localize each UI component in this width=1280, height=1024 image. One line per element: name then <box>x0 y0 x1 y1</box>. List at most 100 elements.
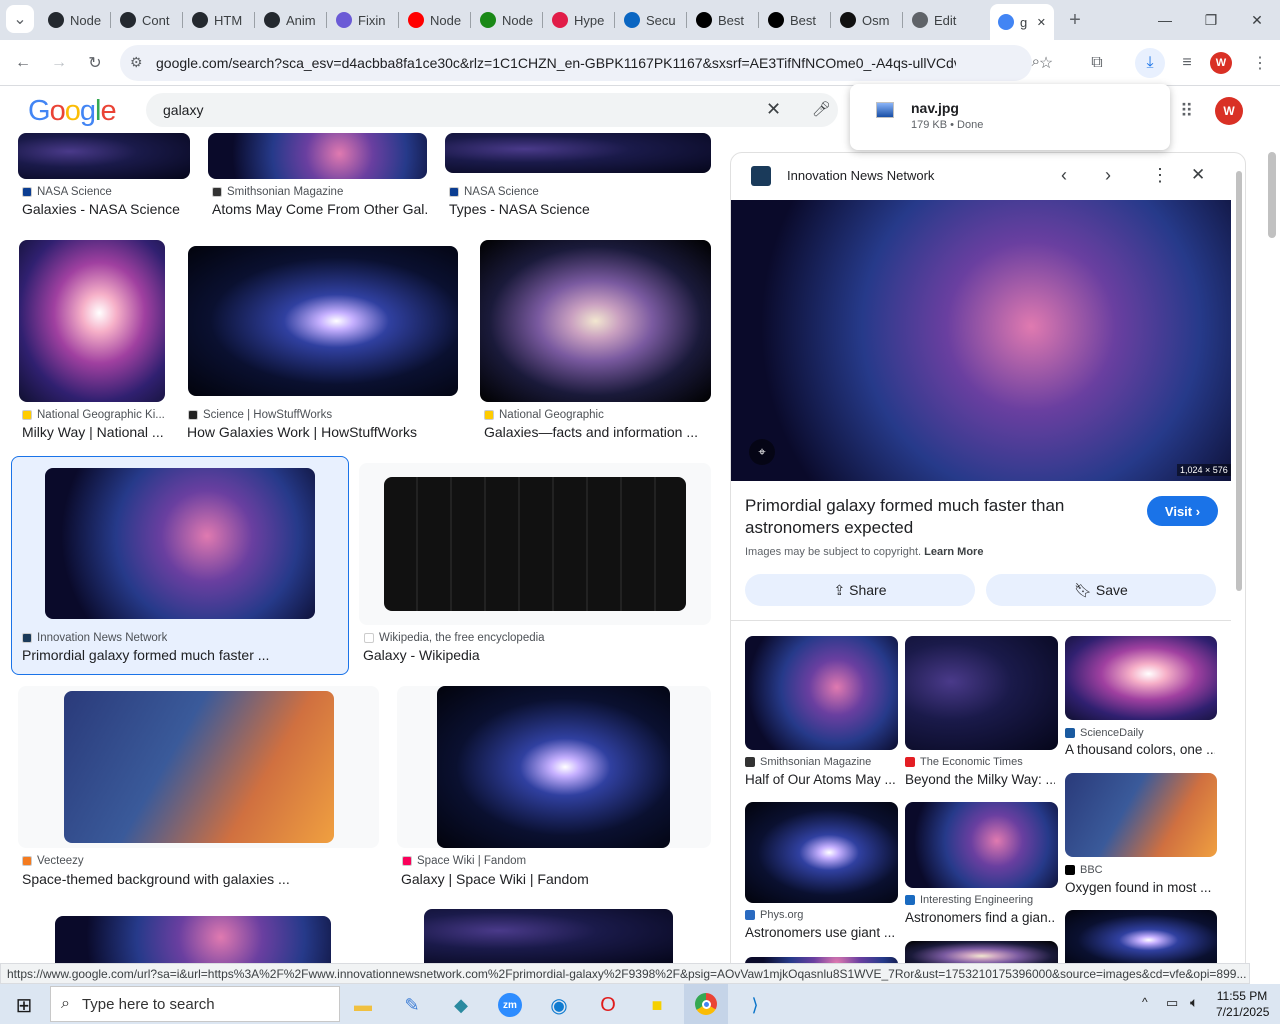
save-button[interactable]: 🔖︎ Save <box>986 574 1216 606</box>
related-image[interactable] <box>745 802 898 903</box>
start-button[interactable]: ⊞ <box>4 988 44 1022</box>
preview-image[interactable] <box>731 200 1231 481</box>
file-explorer-icon[interactable]: ▬ <box>343 988 383 1022</box>
related-source[interactable]: The Economic Times <box>905 756 1023 768</box>
related-source[interactable]: Interesting Engineering <box>905 894 1033 906</box>
tab-10[interactable]: Best <box>688 4 756 36</box>
result-source[interactable]: NASA Science <box>22 186 112 198</box>
tab-11[interactable]: Best <box>760 4 828 36</box>
related-title[interactable]: Beyond the Milky Way: ... <box>905 772 1055 787</box>
tab-9[interactable]: Secu <box>616 4 684 36</box>
result-source[interactable]: Vecteezy <box>22 855 84 867</box>
related-title[interactable]: Astronomers use giant ... <box>745 925 895 940</box>
related-title[interactable]: Astronomers find a gian... <box>905 910 1055 925</box>
tab-14[interactable]: g ✕ <box>990 4 1054 40</box>
system-clock[interactable]: 11:55 PM 7/21/2025 <box>1216 988 1269 1020</box>
more-options-button[interactable]: ⋮ <box>1151 165 1169 186</box>
result-image[interactable] <box>18 133 190 179</box>
media-button[interactable]: ≡ <box>1172 48 1202 78</box>
result-title[interactable]: Galaxies—facts and information ... <box>484 424 709 440</box>
result-source[interactable]: Innovation News Network <box>22 632 167 644</box>
restore-button[interactable]: ❐ <box>1188 0 1234 40</box>
result-image[interactable] <box>64 691 334 843</box>
tab-13[interactable]: Edit <box>904 4 972 36</box>
close-panel-button[interactable]: ✕ <box>1191 165 1205 185</box>
edge-icon[interactable]: ◉ <box>539 988 579 1022</box>
next-result-button[interactable]: › <box>1105 165 1111 186</box>
google-logo[interactable]: Google <box>28 95 117 128</box>
related-image[interactable] <box>905 802 1058 888</box>
result-title[interactable]: Galaxies - NASA Science <box>22 201 192 217</box>
back-button[interactable]: ← <box>8 48 38 78</box>
new-tab-button[interactable]: + <box>1060 5 1090 35</box>
result-image[interactable] <box>424 909 673 963</box>
result-title[interactable]: Galaxy - Wikipedia <box>363 647 683 663</box>
search-input[interactable] <box>163 102 723 118</box>
related-image[interactable] <box>1065 636 1217 720</box>
result-source[interactable]: Space Wiki | Fandom <box>402 855 526 867</box>
result-title[interactable]: Galaxy | Space Wiki | Fandom <box>401 871 701 887</box>
result-image[interactable] <box>384 477 686 611</box>
downloads-button[interactable]: ⤓ <box>1135 48 1165 78</box>
chrome-menu-button[interactable]: ⋮ <box>1245 48 1275 78</box>
related-title[interactable]: Oxygen found in most ... <box>1065 880 1215 895</box>
result-source[interactable]: Wikipedia, the free encyclopedia <box>364 632 545 644</box>
close-tab-icon[interactable]: ✕ <box>1037 16 1046 29</box>
related-title[interactable]: A thousand colors, one ... <box>1065 742 1215 757</box>
result-title[interactable]: Primordial galaxy formed much faster ... <box>22 647 342 663</box>
minimize-button[interactable]: — <box>1142 0 1188 40</box>
result-image[interactable] <box>55 916 331 963</box>
result-image[interactable] <box>437 686 670 848</box>
result-image[interactable] <box>45 468 315 619</box>
result-source[interactable]: Science | HowStuffWorks <box>188 409 332 421</box>
result-title[interactable]: Space-themed background with galaxies ..… <box>22 871 362 887</box>
volume-icon[interactable]: 🔈︎ <box>1190 994 1198 1011</box>
tab-4[interactable]: Anim <box>256 4 324 36</box>
panel-title[interactable]: Primordial galaxy formed much faster tha… <box>745 495 1125 539</box>
result-image[interactable] <box>445 133 711 173</box>
result-source[interactable]: National Geographic <box>484 409 604 421</box>
clear-search-icon[interactable]: ✕ <box>766 99 781 120</box>
related-image[interactable] <box>905 636 1058 750</box>
tab-2[interactable]: Cont <box>112 4 180 36</box>
reload-button[interactable]: ↻ <box>80 48 110 78</box>
result-source[interactable]: National Geographic Ki... <box>22 409 165 421</box>
result-image[interactable] <box>208 133 427 179</box>
result-image[interactable] <box>480 240 711 402</box>
result-title[interactable]: Types - NASA Science <box>449 201 709 217</box>
vscode-icon[interactable]: ⟩ <box>735 988 775 1022</box>
related-title[interactable]: Half of Our Atoms May ... <box>745 772 895 787</box>
google-account-avatar[interactable]: W <box>1215 97 1243 125</box>
result-title[interactable]: Atoms May Come From Other Gal... <box>212 201 427 217</box>
site-info-icon[interactable]: ⚙ <box>130 54 143 71</box>
related-source[interactable]: Phys.org <box>745 909 803 921</box>
tab-6[interactable]: Node <box>400 4 468 36</box>
zoom-app-icon[interactable]: zm <box>490 988 530 1022</box>
related-image[interactable] <box>1065 773 1217 857</box>
result-title[interactable]: Milky Way | National ... <box>22 424 167 440</box>
apps-grid-icon[interactable]: ⠿ <box>1180 101 1193 122</box>
chrome-taskbar-icon[interactable] <box>684 984 728 1024</box>
related-source[interactable]: ScienceDaily <box>1065 727 1144 739</box>
sticky-notes-icon[interactable]: ■ <box>637 988 677 1022</box>
forward-button[interactable]: → <box>44 48 74 78</box>
panel-scrollbar[interactable] <box>1236 171 1242 591</box>
tab-1[interactable]: Node <box>40 4 108 36</box>
related-source[interactable]: BBC <box>1065 864 1103 876</box>
app-icon[interactable]: ◆ <box>441 988 481 1022</box>
bookmark-button[interactable]: ☆ <box>1031 48 1061 78</box>
search-box[interactable]: ✕ 🎤︎ <box>146 93 838 127</box>
lens-icon[interactable]: ⌖ <box>749 439 775 465</box>
tab-8[interactable]: Hype <box>544 4 612 36</box>
page-scrollbar[interactable] <box>1268 152 1276 238</box>
result-image[interactable] <box>188 246 458 396</box>
learn-more-link[interactable]: Learn More <box>924 546 983 558</box>
tray-chevron-icon[interactable]: ^ <box>1142 995 1148 1009</box>
opera-icon[interactable]: O <box>588 988 628 1022</box>
paint-icon[interactable]: ✎ <box>392 988 432 1022</box>
taskbar-search[interactable]: ⌕ Type here to search <box>50 986 340 1022</box>
tab-12[interactable]: Osm <box>832 4 900 36</box>
related-image[interactable] <box>745 636 898 750</box>
tab-3[interactable]: HTM <box>184 4 252 36</box>
result-source[interactable]: Smithsonian Magazine <box>212 186 343 198</box>
